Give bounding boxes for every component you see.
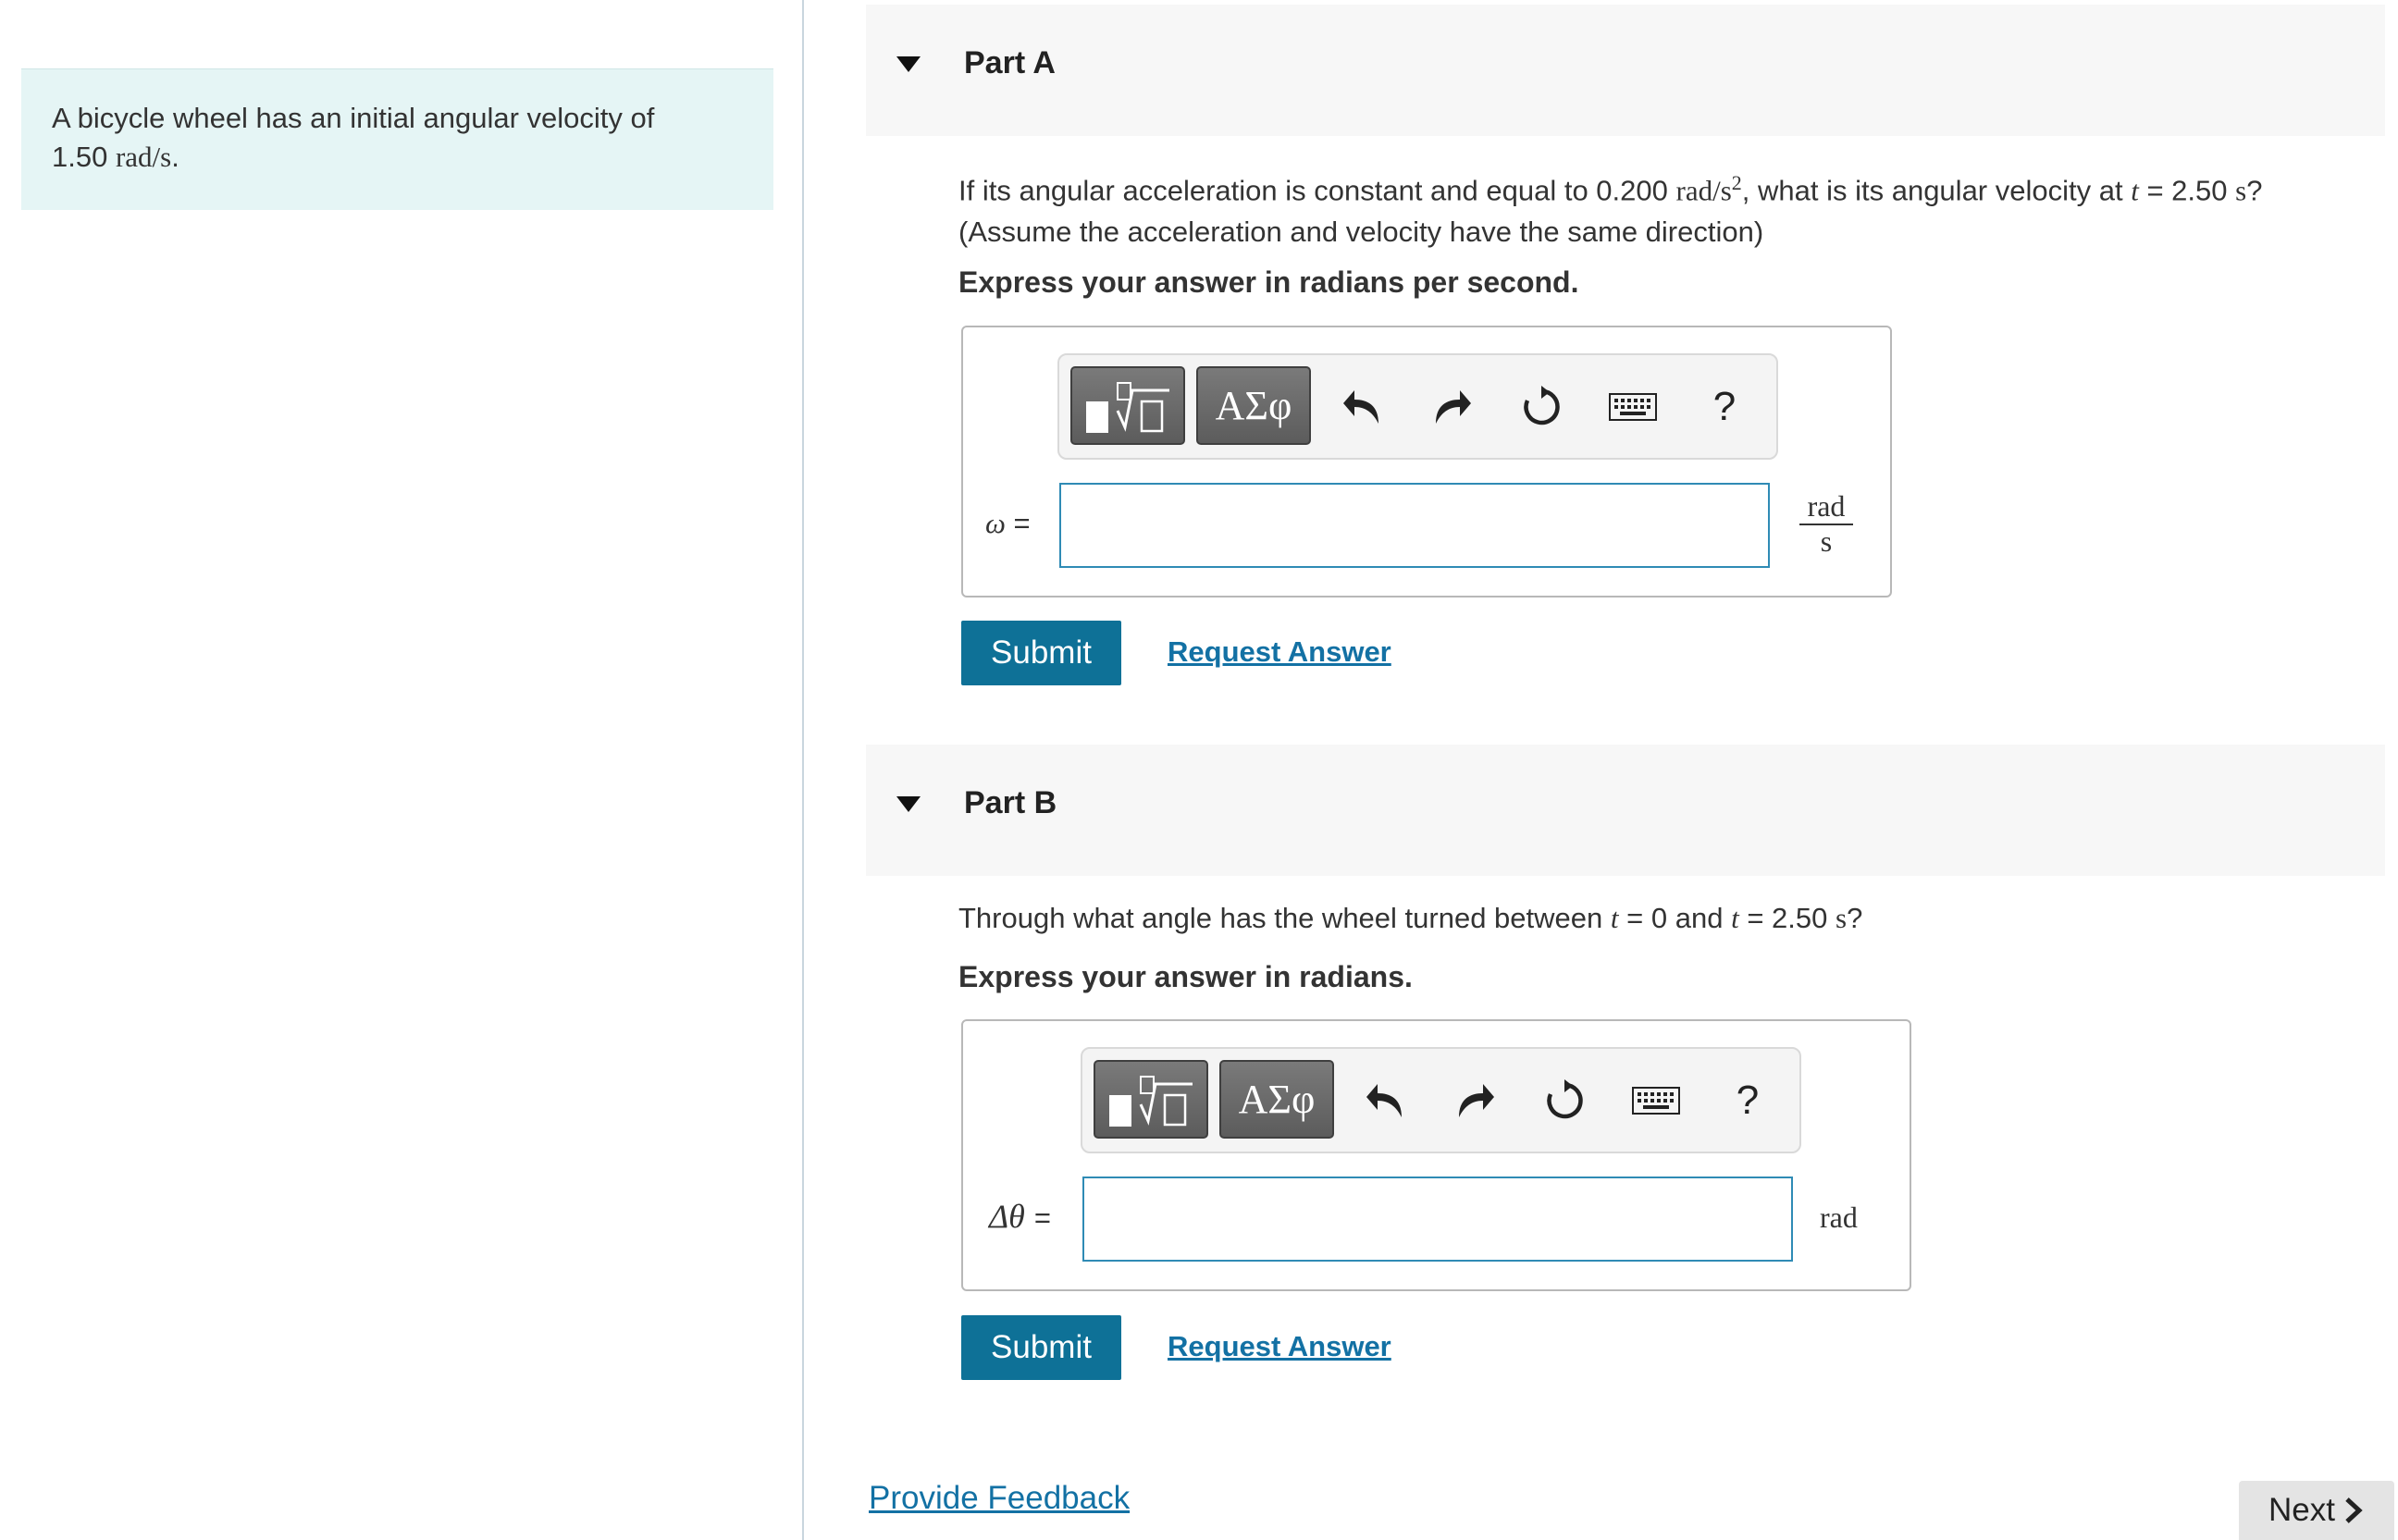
collapse-caret-icon[interactable] xyxy=(896,56,921,72)
variable-t: t xyxy=(1610,902,1619,934)
templates-icon xyxy=(1086,381,1169,433)
panel-divider xyxy=(802,0,804,1540)
greek-symbols-button[interactable]: ΑΣφ xyxy=(1219,1060,1334,1139)
question-text: Through what angle has the wheel turned … xyxy=(958,902,1603,934)
part-b-submit-button[interactable]: Submit xyxy=(961,1315,1121,1380)
part-b-question: Through what angle has the wheel turned … xyxy=(958,897,2392,939)
greek-symbols-button[interactable]: ΑΣφ xyxy=(1196,366,1311,445)
reset-icon[interactable] xyxy=(1516,381,1566,433)
problem-intro: A bicycle wheel has an initial angular v… xyxy=(21,68,773,210)
part-b-header[interactable]: Part B xyxy=(866,745,2385,876)
omega-label: ω = xyxy=(985,507,1031,540)
templates-button[interactable] xyxy=(1094,1060,1208,1139)
variable-omega: ω xyxy=(985,507,1006,539)
next-label: Next xyxy=(2268,1492,2335,1528)
part-b-request-answer-link[interactable]: Request Answer xyxy=(1168,1330,1391,1363)
equals-sign: = xyxy=(1033,1201,1051,1234)
keyboard-icon[interactable] xyxy=(1628,1075,1684,1127)
intro-value: 1.50 xyxy=(52,141,108,173)
question-text: = 0 and xyxy=(1626,902,1724,934)
part-b-answer-box: ΑΣφ ? Δθ = rad xyxy=(961,1019,1911,1291)
question-text: = 2.50 xyxy=(1747,902,1828,934)
angular-velocity-input[interactable] xyxy=(1059,483,1770,568)
question-note: (Assume the acceleration and velocity ha… xyxy=(958,216,1764,249)
provide-feedback-link[interactable]: Provide Feedback xyxy=(869,1480,1130,1517)
part-b-instruction: Express your answer in radians. xyxy=(958,960,1413,993)
unit-numerator: rad xyxy=(1799,490,1853,525)
variable-t: t xyxy=(2131,174,2139,207)
delta-theta-label: Δθ = xyxy=(989,1197,1051,1236)
math-toolbar: ΑΣφ ? xyxy=(1081,1047,1801,1153)
unit-denominator: s xyxy=(1820,524,1833,558)
question-text: ? xyxy=(2246,174,2263,207)
undo-icon[interactable] xyxy=(1360,1075,1410,1127)
unit-text: s xyxy=(2235,174,2247,207)
intro-end: . xyxy=(171,141,179,173)
variable-t: t xyxy=(1731,902,1739,934)
keyboard-icon[interactable] xyxy=(1605,381,1661,433)
part-a-submit-button[interactable]: Submit xyxy=(961,621,1121,685)
question-text: If its angular acceleration is constant … xyxy=(958,174,1668,207)
intro-unit: rad/s xyxy=(115,141,172,173)
part-a-request-answer-link[interactable]: Request Answer xyxy=(1168,635,1391,669)
part-b-title: Part B xyxy=(964,785,1057,820)
part-a-header[interactable]: Part A xyxy=(866,5,2385,136)
help-button[interactable]: ? xyxy=(1723,1075,1773,1127)
part-a-instruction: Express your answer in radians per secon… xyxy=(958,265,1579,299)
part-a-title: Part A xyxy=(964,45,1056,80)
question-text: , what is its angular velocity at xyxy=(1741,174,2123,207)
templates-button[interactable] xyxy=(1070,366,1185,445)
unit-text: s xyxy=(1836,902,1848,934)
next-button[interactable]: Next xyxy=(2239,1481,2394,1540)
question-text: = 2.50 xyxy=(2146,174,2228,207)
chevron-right-icon xyxy=(2345,1497,2363,1523)
unit-fraction: rad s xyxy=(1799,490,1853,557)
unit-text: rad/s xyxy=(1675,174,1732,207)
undo-icon[interactable] xyxy=(1337,381,1387,433)
redo-icon[interactable] xyxy=(1451,1075,1501,1127)
unit-rad: rad xyxy=(1820,1201,1858,1234)
angle-input[interactable] xyxy=(1082,1177,1793,1262)
reset-icon[interactable] xyxy=(1539,1075,1589,1127)
unit-exponent: 2 xyxy=(1731,171,1742,194)
question-text: ? xyxy=(1847,902,1863,934)
intro-text: A bicycle wheel has an initial angular v… xyxy=(52,102,655,134)
equals-sign: = xyxy=(1013,507,1031,539)
collapse-caret-icon[interactable] xyxy=(896,796,921,812)
templates-icon xyxy=(1109,1075,1193,1127)
part-a-answer-box: ΑΣφ ? ω = rad s xyxy=(961,326,1892,598)
math-toolbar: ΑΣφ ? xyxy=(1057,353,1778,460)
help-button[interactable]: ? xyxy=(1700,381,1749,433)
redo-icon[interactable] xyxy=(1428,381,1477,433)
part-a-question: If its angular acceleration is constant … xyxy=(958,162,2392,253)
variable-delta-theta: Δθ xyxy=(989,1198,1025,1235)
